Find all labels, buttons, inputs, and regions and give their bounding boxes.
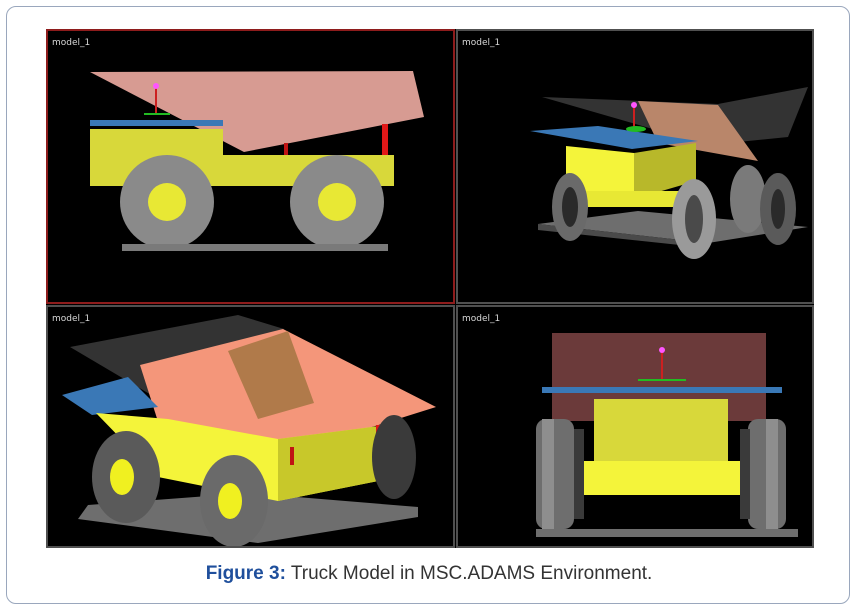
truck-iso-view-b-graphic (62, 315, 436, 546)
rear-rim (318, 183, 356, 221)
figure-caption-label: Figure 3: (205, 563, 286, 584)
viewport-label: model_1 (462, 314, 501, 324)
viewport-side-view[interactable]: model_1 (46, 29, 455, 304)
viewport-iso-view-a[interactable]: model_1 (456, 29, 814, 304)
truck-side-view-graphic (90, 71, 424, 251)
front-rim (148, 183, 186, 221)
truck-rear-view-graphic (536, 333, 798, 537)
cab-platform (542, 387, 782, 393)
figure-caption-text: Truck Model in MSC.ADAMS Environment. (285, 563, 653, 584)
marker-point (659, 347, 665, 353)
viewport-label: model_1 (52, 314, 91, 324)
figure-caption: Figure 3: Truck Model in MSC.ADAMS Envir… (0, 563, 858, 585)
truck-body (594, 399, 728, 463)
ground-plate (122, 244, 388, 251)
truck-iso-view-a-graphic (530, 87, 808, 259)
viewport-rear-view[interactable]: model_1 (456, 305, 814, 548)
left-wheel (536, 419, 574, 529)
rear-right-wheel (372, 415, 416, 499)
rear-left-wheel (730, 165, 766, 233)
lift-cylinder (284, 143, 288, 157)
marker-point (631, 102, 637, 108)
cab-platform (90, 120, 223, 126)
marker-point (153, 83, 159, 89)
adams-figure: model_1 model_1 model_1 model_1 (46, 29, 814, 548)
viewport-iso-view-b[interactable]: model_1 (46, 305, 455, 548)
viewport-label: model_1 (462, 38, 501, 48)
viewport-label: model_1 (52, 38, 91, 48)
ground-plate (536, 529, 798, 537)
